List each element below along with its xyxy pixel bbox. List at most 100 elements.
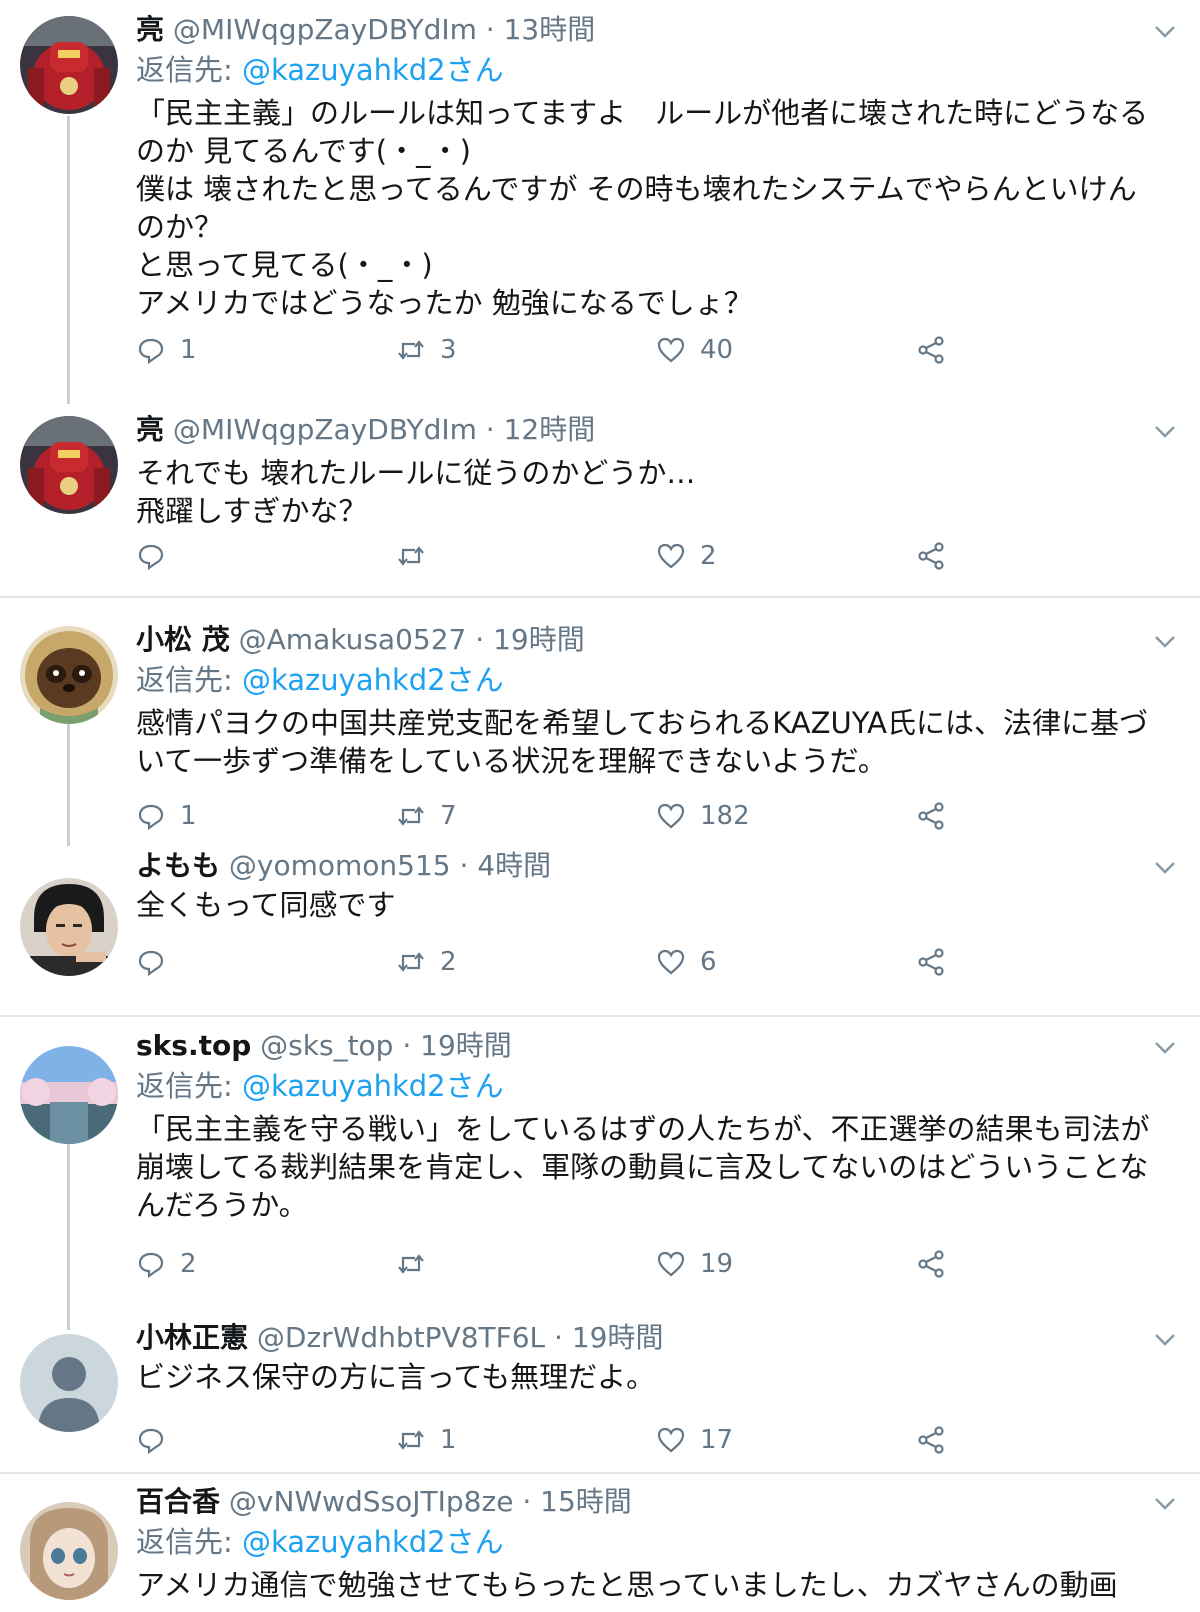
tweet[interactable]: 小松 茂 @Amakusa0527 · 19時間 返信先: @kazuyahkd… [0,610,1200,850]
conversation-divider [0,1472,1200,1474]
avatar[interactable] [20,16,118,114]
separator: · [450,849,478,882]
avatar[interactable] [20,1046,118,1144]
heart-icon [657,803,685,829]
tweet-header: 亮 @MIWqgpZayDBYdIm · 12時間 [136,412,595,448]
reply-to-mention[interactable]: @kazuyahkd2さん [242,53,504,87]
avatar[interactable] [20,878,118,976]
retweet-button[interactable] [396,1244,440,1284]
tweet[interactable]: 小林正憲 @DzrWdhbtPV8TF6L · 19時間 ビジネス保守の方に言っ… [0,1321,1200,1474]
tweet-text: それでも 壊れたルールに従うのかどうか… 飛躍しすぎかな？ [136,456,696,528]
share-button[interactable] [916,330,946,370]
user-handle[interactable]: @Amakusa0527 [239,623,467,656]
heart-icon [657,1427,685,1453]
user-handle[interactable]: @DzrWdhbtPV8TF6L [257,1321,545,1354]
like-count: 6 [700,947,717,977]
chevron-down-icon[interactable] [1152,628,1178,654]
tweet[interactable]: 亮 @MIWqgpZayDBYdIm · 13時間 返信先: @kazuyahk… [0,0,1200,400]
display-name[interactable]: 小松 茂 [136,623,230,656]
timestamp[interactable]: 4時間 [477,849,551,882]
tweet-header: 百合香 @vNWwdSsoJTIp8ze · 15時間 [136,1484,632,1520]
tweet[interactable]: よもも @yomomon515 · 4時間 全くもって同感です 2 6 [0,849,1200,1012]
timestamp[interactable]: 19時間 [572,1321,664,1354]
timestamp[interactable]: 15時間 [540,1485,632,1518]
share-button[interactable] [916,1244,946,1284]
chevron-down-icon[interactable] [1152,18,1178,44]
user-handle[interactable]: @vNWwdSsoJTIp8ze [229,1485,514,1518]
chevron-down-icon[interactable] [1152,1490,1178,1516]
like-button[interactable]: 182 [656,796,750,836]
tweet-header: sks.top @sks_top · 19時間 [136,1028,512,1064]
reply-to-mention[interactable]: @kazuyahkd2さん [242,663,504,697]
retweet-icon [398,340,424,360]
like-count: 17 [700,1425,734,1455]
user-handle[interactable]: @MIWqgpZayDBYdIm [173,13,477,46]
heart-icon [657,337,685,363]
avatar[interactable] [20,416,118,514]
share-button[interactable] [916,796,946,836]
heart-icon [657,949,685,975]
conversation-divider [0,596,1200,598]
share-button[interactable] [916,1420,946,1460]
timestamp[interactable]: 19時間 [493,623,585,656]
retweet-button[interactable]: 3 [396,330,457,370]
like-button[interactable]: 19 [656,1244,733,1284]
reply-to-line: 返信先: @kazuyahkd2さん [136,1068,504,1104]
reply-to-mention[interactable]: @kazuyahkd2さん [242,1525,504,1559]
reply-count: 1 [180,801,197,831]
reply-button[interactable] [136,1420,180,1460]
like-button[interactable]: 40 [656,330,733,370]
retweet-icon [398,546,424,566]
tweet[interactable]: sks.top @sks_top · 19時間 返信先: @kazuyahkd2… [0,1028,1200,1320]
retweet-count: 2 [440,947,457,977]
user-handle[interactable]: @sks_top [260,1029,393,1062]
tweet[interactable]: 亮 @MIWqgpZayDBYdIm · 12時間 それでも 壊れたルールに従う… [0,400,1200,596]
retweet-button[interactable]: 2 [396,942,457,982]
tweet-actions: 2 6 [136,942,956,982]
like-button[interactable]: 17 [656,1420,733,1460]
share-icon [918,1250,944,1278]
chevron-down-icon[interactable] [1152,418,1178,444]
avatar[interactable] [20,626,118,724]
retweet-button[interactable] [396,536,440,576]
share-button[interactable] [916,536,946,576]
reply-button[interactable]: 1 [136,330,197,370]
display-name[interactable]: 百合香 [136,1485,220,1518]
display-name[interactable]: sks.top [136,1029,251,1062]
chevron-down-icon[interactable] [1152,1034,1178,1060]
timestamp[interactable]: 19時間 [420,1029,512,1062]
retweet-count: 3 [440,335,457,365]
retweet-count: 7 [440,801,457,831]
reply-button[interactable] [136,942,180,982]
share-icon [918,336,944,364]
like-count: 2 [700,541,717,571]
retweet-count: 1 [440,1425,457,1455]
avatar[interactable] [20,1502,118,1600]
like-count: 40 [700,335,734,365]
reply-button[interactable]: 2 [136,1244,197,1284]
share-button[interactable] [916,942,946,982]
retweet-button[interactable]: 1 [396,1420,457,1460]
like-button[interactable]: 2 [656,536,717,576]
display-name[interactable]: 亮 [136,413,164,446]
display-name[interactable]: よもも [136,849,220,882]
tweet[interactable]: 百合香 @vNWwdSsoJTIp8ze · 15時間 返信先: @kazuya… [0,1484,1200,1612]
display-name[interactable]: 亮 [136,13,164,46]
tweet-text: 感情パヨクの中国共産党支配を希望しておられるKAZUYA氏には、法律に基づいて一… [136,706,1149,778]
display-name[interactable]: 小林正憲 [136,1321,248,1354]
tweet-actions: 1 7 182 [136,796,956,836]
reply-button[interactable] [136,536,180,576]
chevron-down-icon[interactable] [1152,1326,1178,1352]
user-handle[interactable]: @MIWqgpZayDBYdIm [173,413,477,446]
separator: · [476,413,504,446]
chevron-down-icon[interactable] [1152,854,1178,880]
timestamp[interactable]: 12時間 [504,413,596,446]
like-button[interactable]: 6 [656,942,717,982]
reply-to-mention[interactable]: @kazuyahkd2さん [242,1069,504,1103]
avatar[interactable] [20,1334,118,1432]
conversation-divider [0,1015,1200,1017]
reply-button[interactable]: 1 [136,796,197,836]
user-handle[interactable]: @yomomon515 [229,849,451,882]
timestamp[interactable]: 13時間 [504,13,596,46]
retweet-button[interactable]: 7 [396,796,457,836]
